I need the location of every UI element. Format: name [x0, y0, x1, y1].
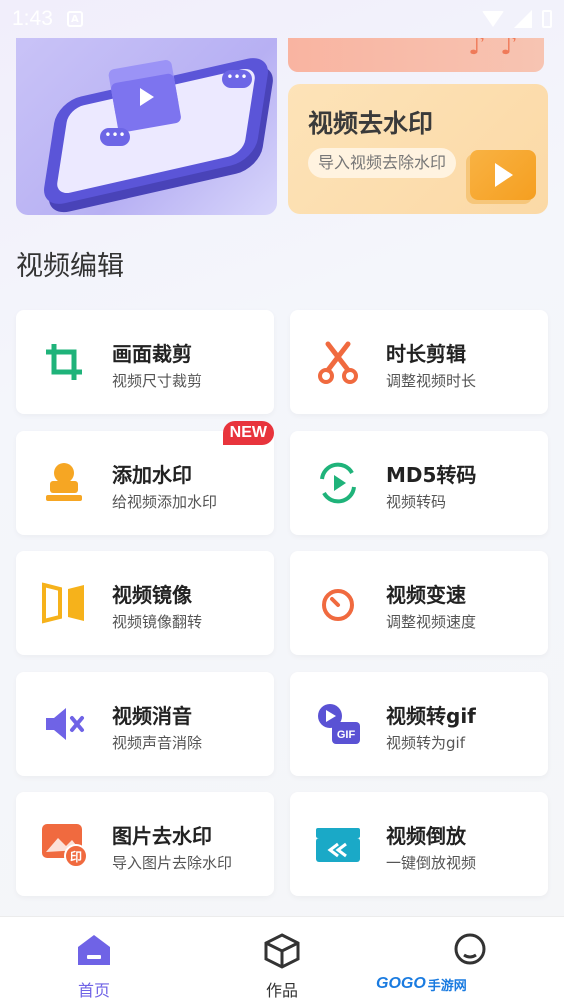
- site-watermark-logo: GOGO 手游网: [376, 970, 488, 998]
- stamp-icon: [46, 463, 82, 501]
- home-icon: [78, 935, 110, 965]
- music-note-icon: ♪: [468, 38, 486, 61]
- rewind-icon: [316, 828, 360, 862]
- tab-works[interactable]: 作品: [242, 931, 322, 1001]
- box-icon: [264, 933, 300, 969]
- watermark-card-subtitle: 导入视频去除水印: [308, 148, 457, 178]
- tool-title: 视频消音: [112, 704, 192, 728]
- svg-text:GIF: GIF: [337, 729, 356, 741]
- music-note-icon: ♪: [500, 38, 518, 61]
- video-watermark-removal-card[interactable]: 视频去水印 导入视频去除水印: [288, 84, 548, 214]
- profile-icon: [454, 933, 486, 965]
- crop-icon: [46, 344, 82, 380]
- tool-card-mirror[interactable]: 视频镜像 视频镜像翻转: [16, 551, 274, 655]
- tool-card-add-watermark[interactable]: NEW 添加水印 给视频添加水印: [16, 421, 274, 535]
- play-icon: [140, 88, 154, 106]
- watermark-brand: GOGO: [376, 975, 426, 992]
- transcode-icon: [320, 462, 356, 504]
- tool-card-image-watermark[interactable]: 印 图片去水印 导入图片去除水印: [16, 792, 274, 896]
- tool-subtitle: 一键倒放视频: [386, 854, 477, 872]
- tool-title: 视频转gif: [386, 704, 476, 728]
- tool-card-trim[interactable]: 时长剪辑 调整视频时长: [290, 310, 548, 414]
- tool-card-gif[interactable]: GIF 视频转gif 视频转为gif: [290, 672, 548, 776]
- tool-title: 时长剪辑: [386, 342, 466, 366]
- tab-label: 首页: [77, 981, 110, 1000]
- tool-title: 添加水印: [112, 463, 192, 487]
- watermark-suffix: 手游网: [427, 978, 467, 994]
- mirror-icon: [42, 582, 84, 624]
- tool-card-speed[interactable]: 视频变速 调整视频速度: [290, 551, 548, 655]
- tool-subtitle: 调整视频时长: [386, 372, 477, 390]
- chat-bubble-icon: •••: [100, 128, 130, 146]
- banner-illustration[interactable]: ••• •••: [16, 38, 277, 215]
- tab-home[interactable]: 首页: [54, 931, 134, 1001]
- new-badge: NEW: [222, 421, 274, 445]
- status-bar: 1:43 A: [0, 0, 564, 38]
- tool-title: 图片去水印: [112, 824, 212, 848]
- tool-subtitle: 视频镜像翻转: [112, 613, 203, 631]
- signal-icon: [514, 10, 532, 28]
- status-time: 1:43: [12, 7, 53, 30]
- tool-title: 视频变速: [386, 583, 466, 607]
- tool-title: 视频镜像: [112, 583, 192, 607]
- tool-title: 视频倒放: [386, 824, 466, 848]
- music-banner[interactable]: ♪ ♪: [288, 38, 544, 72]
- svg-text:印: 印: [70, 850, 82, 864]
- tool-subtitle: 视频尺寸裁剪: [112, 372, 203, 390]
- tool-card-rewind[interactable]: 视频倒放 一键倒放视频: [290, 792, 548, 896]
- tab-label: 作品: [265, 981, 298, 1000]
- tool-title: 画面裁剪: [112, 342, 192, 366]
- wifi-icon: [482, 11, 504, 27]
- mute-icon: [46, 708, 84, 740]
- scissors-icon: [318, 341, 358, 384]
- tool-subtitle: 视频声音消除: [112, 734, 203, 752]
- tool-subtitle: 视频转为gif: [386, 734, 465, 752]
- status-notification-icon: A: [66, 11, 83, 27]
- watermark-card-title: 视频去水印: [308, 109, 434, 138]
- speed-icon: [322, 589, 354, 621]
- tab-profile[interactable]: [430, 931, 510, 973]
- tool-subtitle: 给视频添加水印: [112, 493, 218, 511]
- tool-card-md5[interactable]: MD5转码 视频转码: [290, 431, 548, 535]
- tool-subtitle: 视频转码: [386, 493, 447, 511]
- tool-title: MD5转码: [386, 463, 477, 487]
- tool-card-mute[interactable]: 视频消音 视频声音消除: [16, 672, 274, 776]
- section-title: 视频编辑: [16, 251, 124, 282]
- status-icons: [482, 10, 552, 28]
- image-watermark-icon: 印: [42, 824, 88, 868]
- chat-bubble-icon: •••: [222, 70, 252, 88]
- play-button-icon: [470, 150, 536, 200]
- gif-icon: GIF: [318, 704, 360, 744]
- tool-subtitle: 导入图片去除水印: [112, 854, 233, 872]
- tool-card-crop[interactable]: 画面裁剪 视频尺寸裁剪: [16, 310, 274, 414]
- tool-subtitle: 调整视频速度: [386, 613, 477, 631]
- battery-icon: [542, 10, 552, 28]
